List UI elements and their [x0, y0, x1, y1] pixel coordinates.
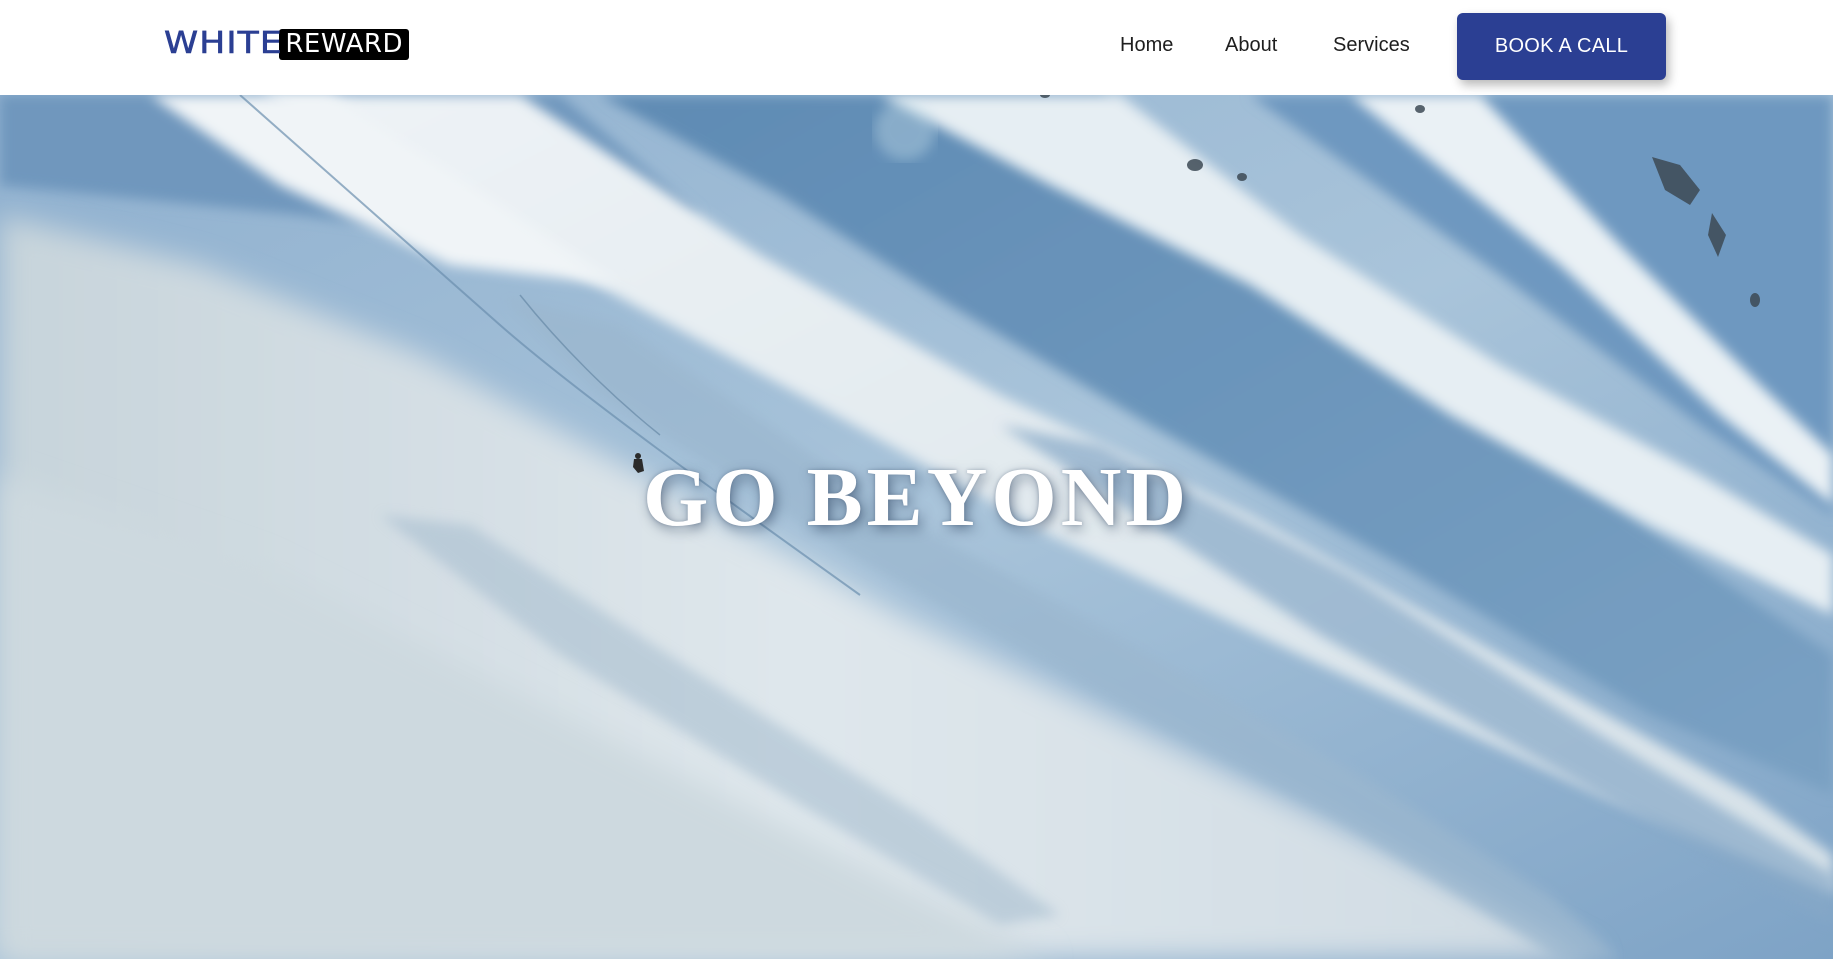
site-header: WHITE REWARD Home About Services BOOK A …	[0, 0, 1833, 95]
nav-link-home[interactable]: Home	[1120, 30, 1173, 60]
hero-title: GO BEYOND	[642, 451, 1191, 544]
nav-link-services[interactable]: Services	[1333, 30, 1410, 60]
nav-link-about[interactable]: About	[1225, 30, 1277, 60]
page: WHITE REWARD Home About Services BOOK A …	[0, 0, 1833, 959]
book-a-call-button[interactable]: BOOK A CALL	[1457, 13, 1666, 80]
hero-section: GO BEYOND	[0, 95, 1833, 959]
